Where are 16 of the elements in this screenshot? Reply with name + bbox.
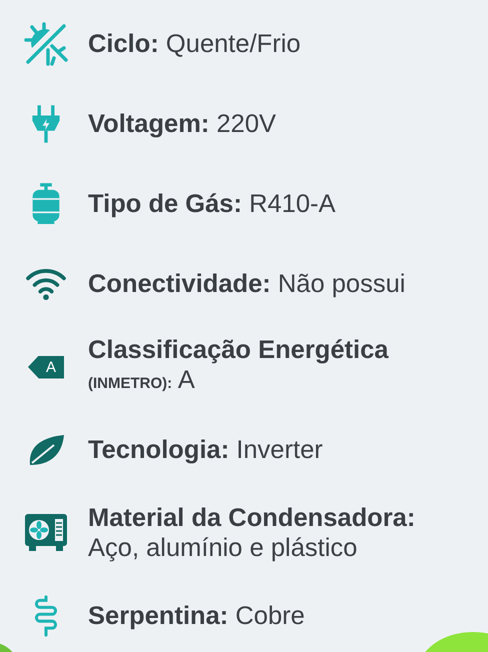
spec-text: Serpentina: Cobre: [88, 601, 305, 631]
sun-snowflake-icon: [24, 22, 68, 66]
spec-text: Tipo de Gás: R410-A: [88, 189, 336, 219]
wifi-icon: [25, 267, 67, 301]
spec-text: Conectividade: Não possui: [88, 269, 406, 299]
spec-text: Voltagem: 220V: [88, 109, 276, 139]
spec-text: Aço, alumínio e plástico: [88, 533, 358, 563]
spec-text: Classificação Energética: [88, 335, 388, 365]
gas-cylinder-icon: [31, 182, 61, 226]
spec-text: Tecnologia: Inverter: [88, 435, 323, 465]
spec-text: (INMETRO): A: [88, 365, 196, 396]
coil-icon: [33, 594, 59, 638]
spec-text: Ciclo: Quente/Frio: [88, 29, 301, 59]
spec-text: Material da Condensadora:: [88, 503, 416, 533]
air-conditioner-icon: [24, 513, 68, 553]
energy-class-tag: A: [28, 356, 64, 378]
